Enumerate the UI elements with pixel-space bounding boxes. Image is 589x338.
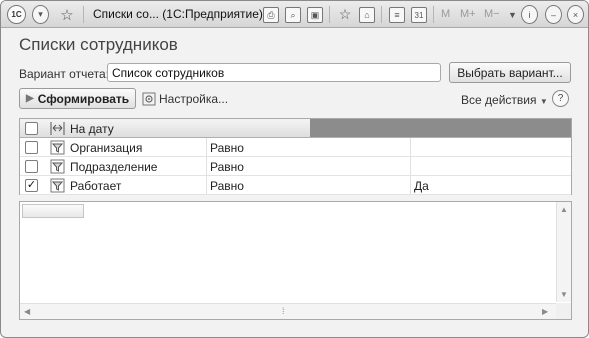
horizontal-scrollbar[interactable]: ◀ ⁞ ▶ (20, 303, 556, 319)
row-condition[interactable]: Равно (210, 138, 244, 157)
title-bar: 1С ▾ ☆ Списки со... (1С:Предприятие) ⎙ ⌕… (1, 1, 588, 28)
all-actions-label: Все действия (461, 93, 537, 107)
spreadsheet-corner-cell (22, 204, 84, 218)
settings-label: Настройка... (159, 92, 229, 106)
row-condition[interactable]: Равно (210, 157, 244, 176)
toolbar-separator (433, 6, 434, 23)
row-checkbox-checked[interactable]: ✓ (25, 179, 38, 192)
close-icon[interactable]: × (567, 5, 584, 24)
scroll-thumb-grip-icon[interactable]: ⁞ (282, 306, 285, 316)
save-icon[interactable]: ▣ (307, 7, 323, 23)
column-divider (410, 157, 411, 176)
header-date-label: На дату (70, 121, 114, 136)
funnel-icon (50, 159, 65, 174)
table-header: На дату (20, 119, 571, 138)
table-row[interactable]: ✓ Работает Равно Да (20, 176, 571, 195)
row-value[interactable]: Да (414, 176, 429, 195)
vertical-scrollbar[interactable]: ▲ ▼ (556, 202, 571, 302)
play-icon: ▶ (26, 93, 34, 104)
row-checkbox[interactable] (25, 160, 38, 173)
column-divider (410, 138, 411, 157)
generate-button-label: Сформировать (37, 91, 130, 106)
column-divider (410, 176, 411, 195)
page-title: Списки сотрудников (19, 35, 178, 54)
scroll-up-icon[interactable]: ▲ (560, 205, 568, 214)
circle-chevron-down-icon[interactable]: ▾ (32, 5, 49, 24)
report-window: 1С ▾ ☆ Списки со... (1С:Предприятие) ⎙ ⌕… (0, 0, 589, 338)
info-icon[interactable]: i (521, 5, 538, 24)
header-checkbox[interactable] (25, 122, 38, 135)
funnel-icon (50, 140, 65, 155)
table-row[interactable]: Подразделение Равно (20, 157, 571, 176)
minimize-icon[interactable]: – (545, 5, 562, 24)
all-actions-menu[interactable]: Все действия ▼ (461, 93, 548, 107)
print-icon[interactable]: ⎙ (263, 7, 279, 23)
print-preview-icon[interactable]: ⌕ (285, 7, 301, 23)
scroll-right-icon[interactable]: ▶ (542, 307, 548, 316)
memory-minus-button[interactable]: M− (484, 8, 500, 20)
variant-label: Вариант отчета: (19, 67, 109, 81)
report-output-area[interactable]: ▲ ▼ ◀ ⁞ ▶ (19, 201, 572, 320)
chevron-down-icon: ▼ (539, 97, 548, 106)
variant-input[interactable]: Список сотрудников (107, 63, 441, 82)
toolbar-separator (83, 6, 84, 23)
column-divider (206, 157, 207, 176)
window-title: Списки со... (1С:Предприятие) (93, 7, 263, 21)
toolbar-separator (381, 6, 382, 23)
row-field: Работает (70, 178, 122, 193)
memory-plus-button[interactable]: M+ (460, 8, 476, 20)
funnel-icon (50, 178, 65, 193)
1c-logo-icon[interactable]: 1С (7, 5, 26, 24)
table-row[interactable]: Организация Равно (20, 138, 571, 157)
row-checkbox[interactable] (25, 141, 38, 154)
row-field: Подразделение (70, 159, 158, 174)
help-button[interactable]: ? (552, 90, 569, 107)
row-field: Организация (70, 140, 143, 155)
scrollbar-corner (556, 303, 571, 319)
date-range-icon (50, 122, 65, 135)
generate-button[interactable]: ▶ Сформировать (19, 88, 136, 109)
calculator-icon[interactable]: ≡ (389, 7, 405, 23)
choose-variant-button[interactable]: Выбрать вариант... (449, 62, 571, 83)
gear-icon (142, 92, 156, 106)
column-divider (206, 138, 207, 157)
toolbar-separator (329, 6, 330, 23)
settings-link[interactable]: Настройка... (142, 92, 228, 106)
bookmark-icon[interactable]: ⌂ (359, 7, 375, 23)
star-add-icon[interactable]: ☆ (337, 5, 353, 24)
chevron-down-icon[interactable]: ▼ (508, 10, 517, 20)
row-condition[interactable]: Равно (210, 176, 244, 195)
calendar-icon[interactable]: 31 (411, 7, 427, 23)
scroll-left-icon[interactable]: ◀ (24, 307, 30, 316)
header-value-cell[interactable] (310, 119, 571, 137)
column-divider (206, 176, 207, 195)
scroll-down-icon[interactable]: ▼ (560, 290, 568, 299)
memory-m-button[interactable]: M (441, 8, 450, 20)
star-icon[interactable]: ☆ (58, 5, 76, 24)
settings-table: На дату Организация Равно Подразделение (19, 118, 572, 195)
